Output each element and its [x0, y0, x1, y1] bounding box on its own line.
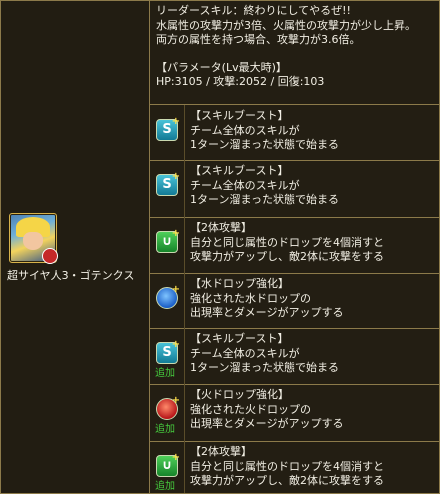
awakening-description: 【2体攻撃】 自分と同じ属性のドロップを4個消すと 攻撃力がアップし、敵2体に攻撃を… [190, 221, 384, 265]
parameter-label: 【パラメータ(Lv最大時)】 [156, 60, 287, 74]
awakening-row: + 【水ドロップ強化】 強化された水ドロップの 出現率とダメージがアップする [150, 273, 439, 329]
awakening-icon-cell: + 追加 [150, 384, 185, 441]
awakening-row: S + 【スキルブースト】 チーム全体のスキルが 1ターン溜まった状態で始まる [150, 160, 439, 218]
fire-drop-enhance-icon[interactable]: + [156, 395, 180, 420]
added-label: 追加 [155, 481, 175, 492]
skill-boost-icon[interactable]: S + [156, 339, 180, 364]
leader-skill-title: リーダースキル：終わりにしてやるぜ!! [156, 4, 351, 17]
awakening-icon-cell: S + [150, 160, 185, 217]
awakening-row: S + 追加 【スキルブースト】 チーム全体のスキルが 1ターン溜まった状態で始まる [150, 328, 439, 385]
awakening-line1: 自分と同じ属性のドロップを4個消すと [190, 459, 384, 473]
awakening-description: 【スキルブースト】 チーム全体のスキルが 1ターン溜まった状態で始まる [190, 332, 339, 376]
two-pronged-attack-icon[interactable]: ∪ + [156, 452, 180, 477]
monster-name[interactable]: 超サイヤ人3・ゴテンクス [7, 267, 134, 283]
leader-skill-desc-1: 水属性の攻撃力が3倍、火属性の攻撃力が少し上昇。 [156, 18, 416, 32]
awakening-row: + 追加 【火ドロップ強化】 強化された火ドロップの 出現率とダメージがアップする [150, 384, 439, 442]
awakening-description: 【2体攻撃】 自分と同じ属性のドロップを4個消すと 攻撃力がアップし、敵2体に攻撃を… [190, 445, 384, 489]
awakening-title: 【スキルブースト】 [190, 332, 289, 345]
water-drop-enhance-icon[interactable]: + [156, 284, 180, 309]
awakening-title: 【水ドロップ強化】 [190, 277, 289, 290]
awakening-title: 【火ドロップ強化】 [190, 388, 289, 401]
details-column: リーダースキル：終わりにしてやるぜ!! 水属性の攻撃力が3倍、火属性の攻撃力が少… [150, 1, 439, 493]
added-label: 追加 [155, 424, 175, 435]
monster-column: 超サイヤ人3・ゴテンクス [1, 1, 150, 493]
awakening-line1: チーム全体のスキルが [190, 123, 300, 137]
awakening-line1: 自分と同じ属性のドロップを4個消すと [190, 235, 384, 249]
awakening-icon-cell: S + 追加 [150, 328, 185, 384]
parameter-stats: HP:3105 / 攻撃:2052 / 回復:103 [156, 75, 325, 88]
awakening-line1: 強化された火ドロップの [190, 402, 311, 416]
awakening-icon-cell: + [150, 273, 185, 328]
awakening-icon-cell: ∪ + [150, 217, 185, 273]
skill-boost-icon[interactable]: S + [156, 116, 180, 141]
skill-boost-icon[interactable]: S + [156, 171, 180, 196]
awakening-title: 【2体攻撃】 [190, 445, 252, 458]
attribute-badge-icon [42, 248, 58, 264]
awakening-line1: 強化された水ドロップの [190, 291, 311, 305]
awakening-line2: 攻撃力がアップし、敵2体に攻撃をする [190, 474, 384, 487]
awakening-description: 【スキルブースト】 チーム全体のスキルが 1ターン溜まった状態で始まる [190, 164, 339, 208]
awakening-row: ∪ + 【2体攻撃】 自分と同じ属性のドロップを4個消すと 攻撃力がアップし、敵2体に攻… [150, 217, 439, 274]
awakening-line2: 出現率とダメージがアップする [190, 306, 344, 319]
awakening-icon-cell: ∪ + 追加 [150, 441, 185, 493]
awakening-line2: 1ターン溜まった状態で始まる [190, 361, 340, 374]
awakening-line2: 1ターン溜まった状態で始まる [190, 193, 340, 206]
awakening-title: 【2体攻撃】 [190, 221, 252, 234]
awakening-description: 【水ドロップ強化】 強化された水ドロップの 出現率とダメージがアップする [190, 277, 343, 321]
awakening-description: 【火ドロップ強化】 強化された火ドロップの 出現率とダメージがアップする [190, 388, 343, 432]
leader-skill-desc-2: 両方の属性を持つ場合、攻撃力が3.6倍。 [156, 33, 361, 46]
awakening-row: S + 【スキルブースト】 チーム全体のスキルが 1ターン溜まった状態で始まる [150, 105, 439, 161]
monster-portrait[interactable] [9, 213, 58, 264]
added-label: 追加 [155, 368, 175, 379]
monster-info-panel: 超サイヤ人3・ゴテンクス リーダースキル：終わりにしてやるぜ!! 水属性の攻撃力… [0, 0, 440, 494]
awakening-row: ∪ + 追加 【2体攻撃】 自分と同じ属性のドロップを4個消すと 攻撃力がアップし、敵2体… [150, 441, 439, 493]
two-pronged-attack-icon[interactable]: ∪ + [156, 228, 180, 253]
awakening-icon-cell: S + [150, 105, 185, 160]
awakening-line1: チーム全体のスキルが [190, 346, 300, 360]
portrait-face [23, 232, 43, 250]
awakening-line2: 攻撃力がアップし、敵2体に攻撃をする [190, 250, 384, 263]
leader-skill-block: リーダースキル：終わりにしてやるぜ!! 水属性の攻撃力が3倍、火属性の攻撃力が少… [150, 1, 439, 105]
awakening-title: 【スキルブースト】 [190, 164, 289, 177]
awakening-line2: 1ターン溜まった状態で始まる [190, 138, 340, 151]
awakening-line2: 出現率とダメージがアップする [190, 417, 344, 430]
awakening-title: 【スキルブースト】 [190, 109, 289, 122]
awakening-line1: チーム全体のスキルが [190, 178, 300, 192]
awakening-description: 【スキルブースト】 チーム全体のスキルが 1ターン溜まった状態で始まる [190, 109, 339, 153]
